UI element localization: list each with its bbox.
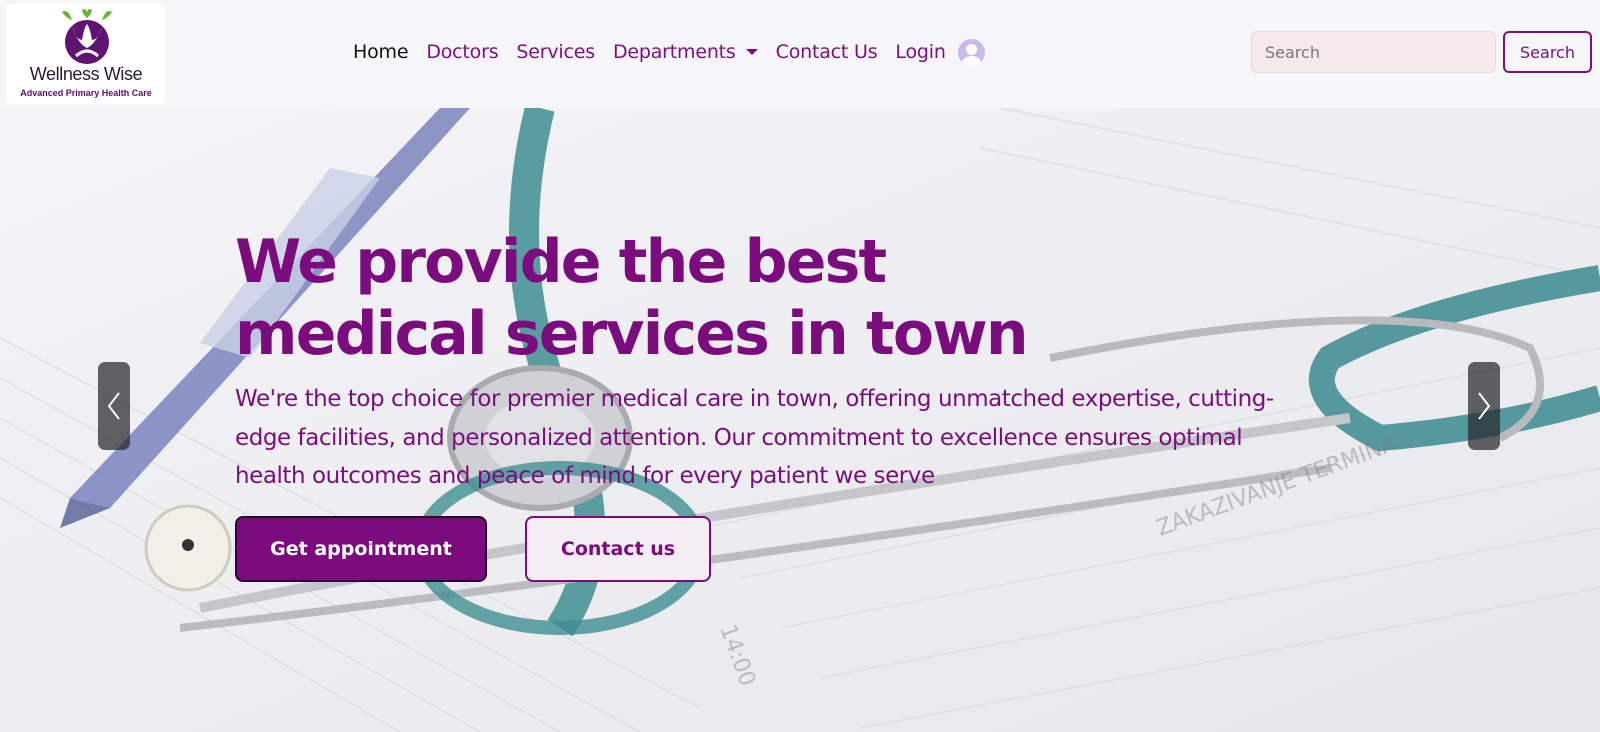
caret-down-icon	[745, 49, 758, 55]
hero-carousel: ZAKAZIVANJE TERMINA 14:00 We provide the…	[0, 108, 1600, 732]
carousel-prev-button[interactable]	[98, 362, 130, 450]
chevron-right-icon	[1478, 392, 1491, 420]
nav-doctors[interactable]: Doctors	[417, 41, 507, 63]
wellness-logo-icon	[62, 9, 112, 64]
navbar: Wellness Wise Advanced Primary Health Ca…	[0, 0, 1600, 108]
hero-actions: Get appointment Contact us	[235, 515, 1335, 582]
user-avatar-icon	[957, 38, 985, 66]
brand-tagline: Advanced Primary Health Care	[20, 88, 152, 98]
nav-login-label: Login	[895, 41, 946, 63]
search-input[interactable]	[1251, 31, 1496, 73]
nav-departments-label: Departments	[612, 41, 736, 63]
get-appointment-button[interactable]: Get appointment	[235, 515, 487, 582]
carousel-next-button[interactable]	[1468, 362, 1500, 450]
main-nav: Home Doctors Services Departments Contac…	[344, 30, 994, 74]
search-button[interactable]: Search	[1503, 31, 1592, 73]
nav-contact-us[interactable]: Contact Us	[767, 41, 887, 63]
nav-home[interactable]: Home	[344, 41, 417, 63]
brand-logo[interactable]: Wellness Wise Advanced Primary Health Ca…	[6, 4, 166, 104]
chevron-left-icon	[107, 392, 120, 420]
hero-content: We provide the best medical services in …	[235, 226, 1335, 582]
hero-description: We're the top choice for premier medical…	[235, 386, 1274, 489]
nav-login[interactable]: Login	[886, 38, 993, 66]
nav-departments-dropdown[interactable]: Departments	[604, 41, 767, 63]
contact-us-button[interactable]: Contact us	[525, 515, 711, 582]
hero-title: We provide the best medical services in …	[235, 227, 1029, 369]
brand-name: Wellness Wise	[29, 64, 143, 84]
nav-services[interactable]: Services	[507, 41, 604, 63]
